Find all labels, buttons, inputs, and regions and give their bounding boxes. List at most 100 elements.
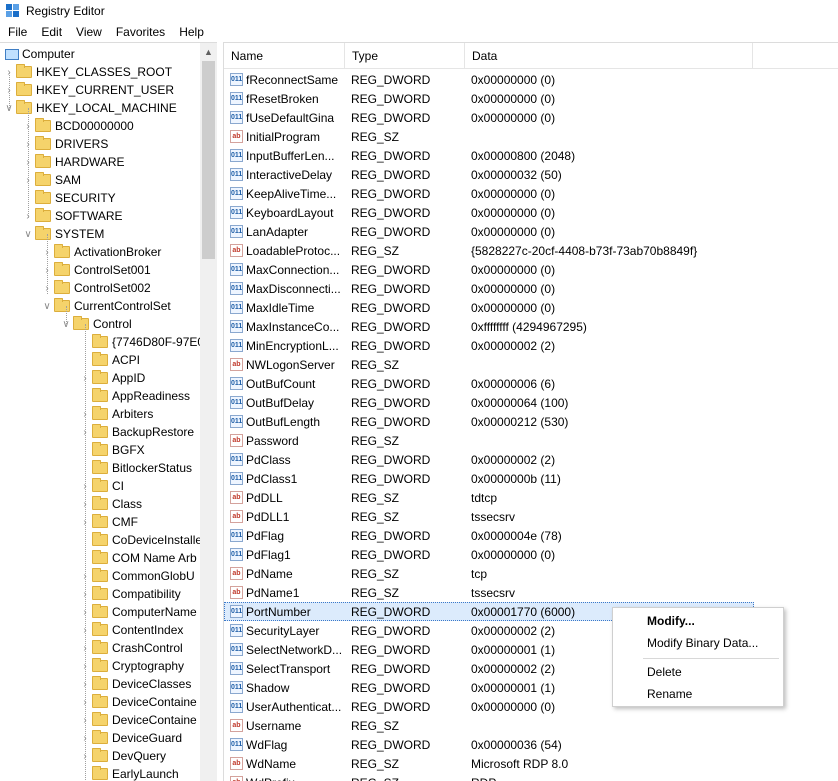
tree-item[interactable]: › DeviceClasses: [80, 675, 191, 693]
tree-item[interactable]: AppReadiness: [80, 387, 190, 405]
chevron-up-icon[interactable]: ▲: [200, 43, 217, 60]
table-row[interactable]: ab PdName1 REG_SZ tssecsrv: [224, 583, 754, 602]
menu-item-rename[interactable]: Rename: [613, 684, 783, 704]
table-row[interactable]: 011 PdFlag REG_DWORD 0x0000004e (78): [224, 526, 754, 545]
tree-item[interactable]: ∨ Control: [61, 315, 132, 333]
table-row[interactable]: 011 fUseDefaultGina REG_DWORD 0x00000000 (0…: [224, 108, 754, 127]
tree-item[interactable]: › DRIVERS: [23, 135, 108, 153]
table-row[interactable]: ab PdDLL REG_SZ tdtcp: [224, 488, 754, 507]
table-row[interactable]: ab Username REG_SZ: [224, 716, 754, 735]
value-name: WdFlag: [246, 737, 288, 752]
table-row[interactable]: 011 PdFlag1 REG_DWORD 0x00000000 (0): [224, 545, 754, 564]
tree-item-label: HKEY_CURRENT_USER: [36, 83, 175, 97]
tree-item[interactable]: › DevQuery: [80, 747, 166, 765]
table-row[interactable]: 011 InputBufferLen... REG_DWORD 0x00000800 …: [224, 146, 754, 165]
table-row[interactable]: abWdPrefixREG_SZRDP: [224, 773, 754, 781]
table-row[interactable]: 011 MaxDisconnecti... REG_DWORD 0x00000000 …: [224, 279, 754, 298]
table-row[interactable]: 011 InteractiveDelay REG_DWORD 0x00000032 (…: [224, 165, 754, 184]
table-row[interactable]: ab PdName REG_SZ tcp: [224, 564, 754, 583]
column-header-name[interactable]: Name: [224, 43, 345, 69]
tree-item[interactable]: CoDeviceInstalle: [80, 531, 202, 549]
value-name-cell: 011 OutBufLength: [224, 415, 345, 429]
tree-item[interactable]: › SAM: [23, 171, 81, 189]
table-row[interactable]: ab NWLogonServer REG_SZ: [224, 355, 754, 374]
tree-item[interactable]: ∨ SYSTEM: [23, 225, 104, 243]
tree-scrollbar[interactable]: ▲: [200, 43, 217, 781]
tree-item[interactable]: COM Name Arb: [80, 549, 197, 567]
tree-item[interactable]: › DeviceContaine: [80, 711, 197, 729]
tree-item[interactable]: › CI: [80, 477, 124, 495]
tree-item[interactable]: › SOFTWARE: [23, 207, 123, 225]
chevron-down-icon[interactable]: ∨: [42, 297, 52, 315]
tree-item[interactable]: › ControlSet002: [42, 279, 151, 297]
tree-item[interactable]: › ContentIndex: [80, 621, 183, 639]
table-row[interactable]: 011 MaxIdleTime REG_DWORD 0x00000000 (0): [224, 298, 754, 317]
tree-item[interactable]: › CrashControl: [80, 639, 183, 657]
table-row[interactable]: ab LoadableProtoc... REG_SZ {5828227c-20cf-…: [224, 241, 754, 260]
tree-item[interactable]: ACPI: [80, 351, 140, 369]
tree-item[interactable]: ∨ HKEY_LOCAL_MACHINE: [4, 99, 177, 117]
tree-item[interactable]: EarlyLaunch: [80, 765, 179, 781]
table-row[interactable]: 011 PdClass REG_DWORD 0x00000002 (2): [224, 450, 754, 469]
tree-item[interactable]: › ComputerName: [80, 603, 197, 621]
tree-item[interactable]: › CMF: [80, 513, 138, 531]
binary-value-icon: 011: [230, 529, 243, 542]
tree-item[interactable]: › Cryptography: [80, 657, 184, 675]
table-row[interactable]: 011 OutBufDelay REG_DWORD 0x00000064 (100): [224, 393, 754, 412]
tree-item[interactable]: {7746D80F-97E0: [80, 333, 204, 351]
table-row[interactable]: 011 PdClass1 REG_DWORD 0x0000000b (11): [224, 469, 754, 488]
tree-item[interactable]: › CommonGlobU: [80, 567, 195, 585]
table-row[interactable]: 011 fResetBroken REG_DWORD 0x00000000 (0): [224, 89, 754, 108]
tree-item[interactable]: › ControlSet001: [42, 261, 151, 279]
tree-item[interactable]: › HKEY_CURRENT_USER: [4, 81, 174, 99]
table-row[interactable]: 011 MinEncryptionL... REG_DWORD 0x00000002 …: [224, 336, 754, 355]
table-row[interactable]: 011 LanAdapter REG_DWORD 0x00000000 (0): [224, 222, 754, 241]
menu-file[interactable]: File: [2, 22, 33, 42]
menu-item-modify-binary-data[interactable]: Modify Binary Data...: [613, 633, 783, 653]
table-row[interactable]: ab PdDLL1 REG_SZ tssecsrv: [224, 507, 754, 526]
tree-item[interactable]: › DeviceContaine: [80, 693, 197, 711]
tree-item[interactable]: › BackupRestore: [80, 423, 194, 441]
menu-view[interactable]: View: [70, 22, 108, 42]
table-row[interactable]: 011 MaxConnection... REG_DWORD 0x00000000 (…: [224, 260, 754, 279]
tree-item[interactable]: › ActivationBroker: [42, 243, 161, 261]
tree-item[interactable]: SECURITY: [23, 189, 116, 207]
tree-item[interactable]: BitlockerStatus: [80, 459, 192, 477]
value-name: PdFlag1: [246, 547, 291, 562]
tree-scrollbar-thumb[interactable]: [202, 61, 215, 259]
tree-item[interactable]: › HARDWARE: [23, 153, 125, 171]
table-row[interactable]: ab Password REG_SZ: [224, 431, 754, 450]
table-row[interactable]: 011 fReconnectSame REG_DWORD 0x00000000 (0): [224, 70, 754, 89]
menu-item-modify[interactable]: Modify...: [613, 611, 783, 631]
value-name-cell: abWdPrefix: [224, 776, 345, 781]
menu-edit[interactable]: Edit: [35, 22, 68, 42]
table-row[interactable]: ab WdName REG_SZ Microsoft RDP 8.0: [224, 754, 754, 773]
column-header-type[interactable]: Type: [345, 43, 465, 69]
menu-item-delete[interactable]: Delete: [613, 662, 783, 682]
table-row[interactable]: 011 KeyboardLayout REG_DWORD 0x00000000 (0): [224, 203, 754, 222]
tree-item[interactable]: › Arbiters: [80, 405, 153, 423]
tree-item-label: CI: [112, 479, 124, 493]
binary-value-icon: 011: [230, 396, 243, 409]
table-row[interactable]: 011 OutBufLength REG_DWORD 0x00000212 (530): [224, 412, 754, 431]
column-header-data[interactable]: Data: [465, 43, 753, 69]
menu-favorites[interactable]: Favorites: [110, 22, 171, 42]
tree-item[interactable]: › HKEY_CLASSES_ROOT: [4, 63, 172, 81]
chevron-down-icon[interactable]: ∨: [23, 225, 33, 243]
table-row[interactable]: 011 OutBufCount REG_DWORD 0x00000006 (6): [224, 374, 754, 393]
tree-item[interactable]: › Class: [80, 495, 142, 513]
tree-root[interactable]: Computer: [0, 45, 75, 63]
menu-help[interactable]: Help: [173, 22, 210, 42]
tree-item[interactable]: › DeviceGuard: [80, 729, 182, 747]
tree-item[interactable]: › BCD00000000: [23, 117, 134, 135]
registry-tree[interactable]: Computer › HKEY_CLASSES_ROOT › HKEY_CURRENT…: [0, 42, 217, 781]
tree-item[interactable]: › AppID: [80, 369, 145, 387]
tree-item[interactable]: BGFX: [80, 441, 145, 459]
tree-item[interactable]: › Compatibility: [80, 585, 181, 603]
table-row[interactable]: ab InitialProgram REG_SZ: [224, 127, 754, 146]
value-name: KeyboardLayout: [246, 205, 334, 220]
table-row[interactable]: 011 MaxInstanceCo... REG_DWORD 0xffffffff (…: [224, 317, 754, 336]
tree-item[interactable]: ∨ CurrentControlSet: [42, 297, 171, 315]
table-row[interactable]: 011 KeepAliveTime... REG_DWORD 0x00000000 (…: [224, 184, 754, 203]
table-row[interactable]: 011 WdFlag REG_DWORD 0x00000036 (54): [224, 735, 754, 754]
